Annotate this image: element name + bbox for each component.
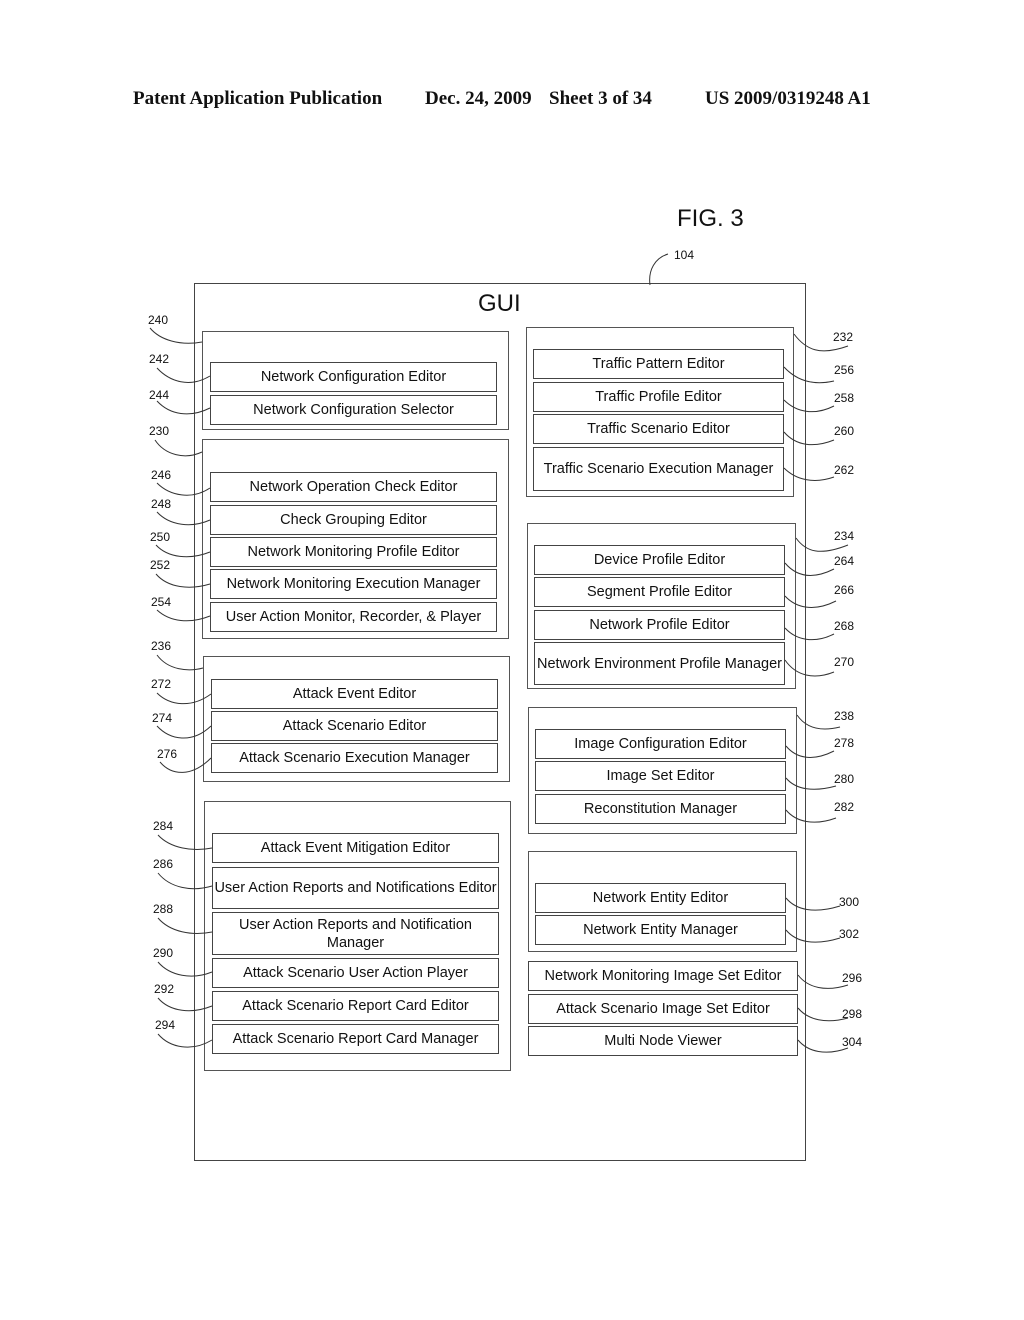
ref-304: 304 — [842, 1035, 863, 1049]
ref-278: 278 — [834, 736, 855, 750]
ref-276: 276 — [157, 747, 178, 761]
ref-288: 288 — [153, 902, 174, 916]
network-configuration-editor[interactable]: Network Configuration Editor — [210, 362, 497, 392]
ref-272: 272 — [151, 677, 172, 691]
ref-252: 252 — [150, 558, 171, 572]
network-operation-check-editor[interactable]: Network Operation Check Editor — [210, 472, 497, 502]
attack-scenario-editor[interactable]: Attack Scenario Editor — [211, 711, 498, 741]
ref-282: 282 — [834, 800, 855, 814]
ref-270: 270 — [834, 655, 855, 669]
ref-290: 290 — [153, 946, 174, 960]
ref-246: 246 — [151, 468, 172, 482]
ref-232: 232 — [833, 330, 854, 344]
check-grouping-editor[interactable]: Check Grouping Editor — [210, 505, 497, 535]
attack-scenario-image-set-editor[interactable]: Attack Scenario Image Set Editor — [528, 994, 798, 1024]
sheet-number: Sheet 3 of 34 — [549, 88, 652, 109]
traffic-scenario-execution-manager[interactable]: Traffic Scenario Execution Manager — [533, 447, 784, 491]
ref-264: 264 — [834, 554, 855, 568]
ref-300: 300 — [839, 895, 860, 909]
ref-gui: 104 — [674, 248, 695, 262]
image-configuration-editor[interactable]: Image Configuration Editor — [535, 729, 786, 759]
attack-event-editor[interactable]: Attack Event Editor — [211, 679, 498, 709]
user-action-reports-notification-manager[interactable]: User Action Reports and Notification Man… — [212, 912, 499, 955]
ref-302: 302 — [839, 927, 860, 941]
traffic-pattern-editor[interactable]: Traffic Pattern Editor — [533, 349, 784, 379]
device-profile-editor[interactable]: Device Profile Editor — [534, 545, 785, 575]
ref-296: 296 — [842, 971, 863, 985]
user-action-reports-notifications-editor[interactable]: User Action Reports and Notifications Ed… — [212, 867, 499, 909]
ref-240: 240 — [148, 313, 169, 327]
network-environment-profile-manager[interactable]: Network Environment Profile Manager — [534, 642, 785, 685]
attack-scenario-execution-manager[interactable]: Attack Scenario Execution Manager — [211, 743, 498, 773]
ref-258: 258 — [834, 391, 855, 405]
ref-274: 274 — [152, 711, 173, 725]
traffic-profile-editor[interactable]: Traffic Profile Editor — [533, 382, 784, 412]
network-entity-manager[interactable]: Network Entity Manager — [535, 915, 786, 945]
image-set-editor[interactable]: Image Set Editor — [535, 761, 786, 791]
ref-266: 266 — [834, 583, 855, 597]
ref-242: 242 — [149, 352, 170, 366]
network-profile-editor[interactable]: Network Profile Editor — [534, 610, 785, 640]
network-monitoring-profile-editor[interactable]: Network Monitoring Profile Editor — [210, 537, 497, 567]
ref-298: 298 — [842, 1007, 863, 1021]
figure-label: FIG. 3 — [677, 205, 744, 232]
ref-260: 260 — [834, 424, 855, 438]
attack-scenario-report-card-editor[interactable]: Attack Scenario Report Card Editor — [212, 991, 499, 1021]
network-monitoring-image-set-editor[interactable]: Network Monitoring Image Set Editor — [528, 961, 798, 991]
network-configuration-selector[interactable]: Network Configuration Selector — [210, 395, 497, 425]
ref-280: 280 — [834, 772, 855, 786]
ref-250: 250 — [150, 530, 171, 544]
gui-title: GUI — [478, 290, 521, 317]
ref-262: 262 — [834, 463, 855, 477]
attack-event-mitigation-editor[interactable]: Attack Event Mitigation Editor — [212, 833, 499, 863]
traffic-scenario-editor[interactable]: Traffic Scenario Editor — [533, 414, 784, 444]
ref-254: 254 — [151, 595, 172, 609]
ref-248: 248 — [151, 497, 172, 511]
network-entity-editor[interactable]: Network Entity Editor — [535, 883, 786, 913]
ref-234: 234 — [834, 529, 855, 543]
network-monitoring-execution-manager[interactable]: Network Monitoring Execution Manager — [210, 569, 497, 599]
ref-268: 268 — [834, 619, 855, 633]
ref-238: 238 — [834, 709, 855, 723]
segment-profile-editor[interactable]: Segment Profile Editor — [534, 577, 785, 607]
attack-scenario-report-card-manager[interactable]: Attack Scenario Report Card Manager — [212, 1024, 499, 1054]
ref-256: 256 — [834, 363, 855, 377]
reconstitution-manager[interactable]: Reconstitution Manager — [535, 794, 786, 824]
publication-date: Dec. 24, 2009 — [425, 88, 532, 109]
patent-number: US 2009/0319248 A1 — [705, 88, 871, 109]
user-action-monitor-recorder-player[interactable]: User Action Monitor, Recorder, & Player — [210, 602, 497, 632]
attack-scenario-user-action-player[interactable]: Attack Scenario User Action Player — [212, 958, 499, 988]
ref-284: 284 — [153, 819, 174, 833]
ref-286: 286 — [153, 857, 174, 871]
ref-292: 292 — [154, 982, 175, 996]
leader-104 — [649, 253, 669, 286]
ref-244: 244 — [149, 388, 170, 402]
ref-236: 236 — [151, 639, 172, 653]
ref-230: 230 — [149, 424, 170, 438]
publication-type: Patent Application Publication — [133, 88, 383, 109]
multi-node-viewer[interactable]: Multi Node Viewer — [528, 1026, 798, 1056]
ref-294: 294 — [155, 1018, 176, 1032]
